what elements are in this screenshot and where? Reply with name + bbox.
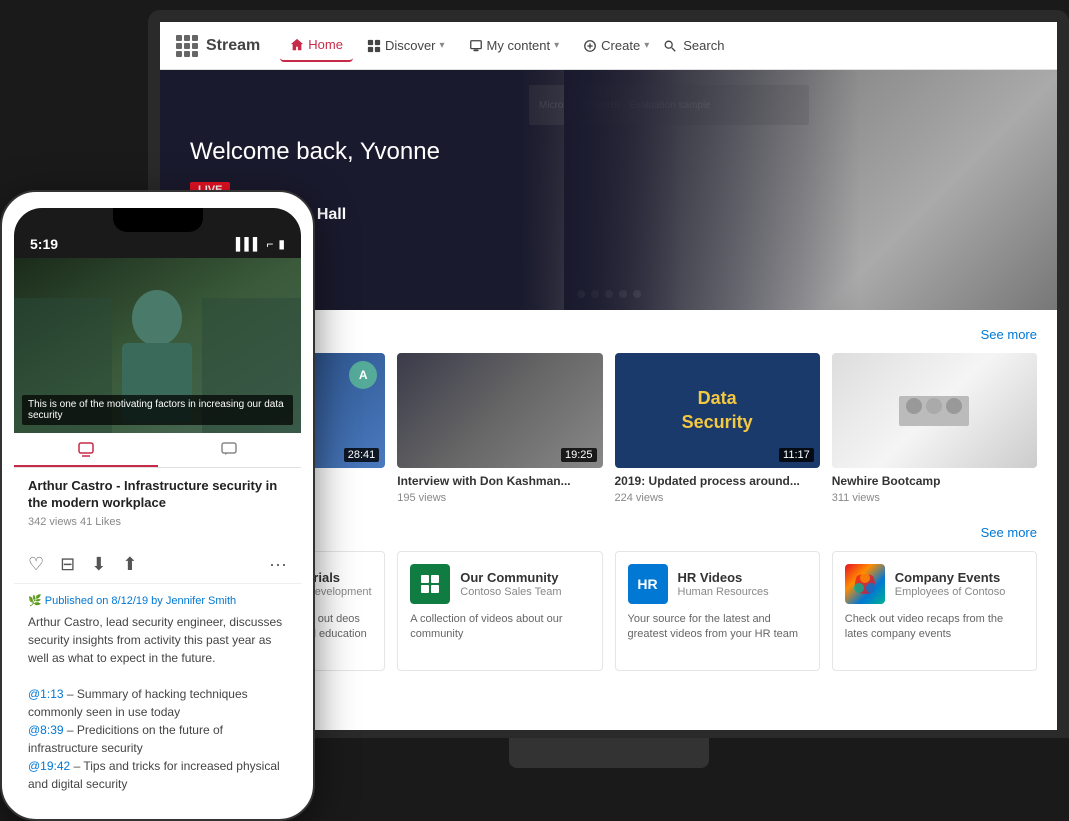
channel-2-desc: A collection of videos about our communi… bbox=[410, 612, 589, 643]
download-icon: ⬇ bbox=[91, 554, 106, 575]
video-title-4: Newhire Bootcamp bbox=[832, 474, 1037, 490]
video-card-2[interactable]: 19:25 Interview with Don Kashman... 195 … bbox=[397, 353, 602, 504]
channel-3-name: HR Videos bbox=[678, 570, 769, 587]
video-duration-3: 11:17 bbox=[779, 448, 814, 462]
timestamp-3[interactable]: @19:42 bbox=[28, 759, 70, 773]
phone-desc-text: Arthur Castro, lead security engineer, d… bbox=[28, 613, 287, 793]
phone-bezel: 5:19 ▌▌▌ ⌐ ▮ bbox=[0, 190, 315, 821]
author-link[interactable]: Published on 8/12/19 by Jennifer Smith bbox=[45, 595, 236, 607]
app-title: Stream bbox=[206, 37, 260, 55]
phone-screen: 5:19 ▌▌▌ ⌐ ▮ bbox=[14, 208, 301, 803]
phone-time: 5:19 bbox=[30, 236, 58, 252]
phone-video-title: Arthur Castro - Infrastructure security … bbox=[28, 478, 287, 512]
hero-welcome: Welcome back, Yvonne bbox=[190, 138, 579, 166]
create-chevron: ▾ bbox=[644, 40, 649, 51]
channel-3-org: Human Resources bbox=[678, 586, 769, 598]
waffle-icon[interactable] bbox=[176, 35, 198, 57]
timestamp-2[interactable]: @8:39 bbox=[28, 723, 64, 737]
phone-status-icons: ▌▌▌ ⌐ ▮ bbox=[236, 237, 285, 251]
channel-2-name: Our Community bbox=[460, 570, 561, 587]
video-duration-2: 19:25 bbox=[561, 448, 597, 462]
channel-3-icon: HR bbox=[628, 564, 668, 604]
logo-area: Stream bbox=[176, 35, 260, 57]
channel-2-icon bbox=[410, 564, 450, 604]
signal-icon: ▌▌▌ bbox=[236, 237, 262, 251]
nav-create[interactable]: Create ▾ bbox=[573, 30, 659, 62]
channel-4-desc: Check out video recaps from the lates co… bbox=[845, 612, 1024, 643]
phone-tabs bbox=[14, 433, 301, 468]
bookmark-icon: ⊟ bbox=[60, 554, 75, 575]
topbar: Stream Home Discover ▾ bbox=[160, 22, 1057, 70]
channel-4-header: Company Events Employees of Contoso bbox=[845, 564, 1024, 604]
laptop-stand bbox=[509, 738, 709, 768]
more-icon: ··· bbox=[269, 554, 287, 575]
nav-search[interactable]: Search bbox=[663, 38, 724, 53]
nav-my-content[interactable]: My content ▾ bbox=[459, 30, 570, 62]
video-card-3[interactable]: DataSecurity 11:17 2019: Updated process… bbox=[615, 353, 820, 504]
discover-chevron: ▾ bbox=[440, 40, 445, 51]
channel-card-3[interactable]: HR HR Videos Human Resources Your source… bbox=[615, 551, 820, 671]
phone-video-info: Arthur Castro - Infrastructure security … bbox=[14, 468, 301, 548]
main-nav: Home Discover ▾ My content ▾ bbox=[280, 30, 1041, 62]
phone-notch bbox=[113, 208, 203, 232]
download-button[interactable]: ⬇ bbox=[91, 554, 106, 575]
phone-video-hero[interactable]: This is one of the motivating factors in… bbox=[14, 258, 301, 433]
video-views-4: 311 views bbox=[832, 492, 1037, 504]
share-button[interactable]: ⬆ bbox=[122, 554, 137, 575]
channel-4-icon bbox=[845, 564, 885, 604]
channel-2-header: Our Community Contoso Sales Team bbox=[410, 564, 589, 604]
my-content-chevron: ▾ bbox=[554, 40, 559, 51]
phone-video-stats: 342 views 41 Likes bbox=[28, 516, 287, 528]
more-button[interactable]: ··· bbox=[269, 554, 287, 575]
channel-2-org: Contoso Sales Team bbox=[460, 586, 561, 598]
phone-tab-comments[interactable] bbox=[158, 433, 302, 467]
video-title-2: Interview with Don Kashman... bbox=[397, 474, 602, 490]
phone-description: 🌿 Published on 8/12/19 by Jennifer Smith… bbox=[14, 584, 301, 803]
hero-dot-4[interactable] bbox=[619, 290, 627, 298]
video-views-2: 195 views bbox=[397, 492, 602, 504]
nav-discover[interactable]: Discover ▾ bbox=[357, 30, 455, 62]
phone: 5:19 ▌▌▌ ⌐ ▮ bbox=[0, 190, 315, 821]
phone-tab-details[interactable] bbox=[14, 433, 158, 467]
video-thumb-2: 19:25 bbox=[397, 353, 602, 468]
phone-video-caption: This is one of the motivating factors in… bbox=[22, 395, 293, 425]
timestamp-1[interactable]: @1:13 bbox=[28, 687, 64, 701]
channel-3-desc: Your source for the latest and greatest … bbox=[628, 612, 807, 643]
channels-see-more[interactable]: See more bbox=[981, 525, 1037, 540]
nav-home[interactable]: Home bbox=[280, 30, 353, 62]
video-views-3: 224 views bbox=[615, 492, 820, 504]
channel-card-2[interactable]: Our Community Contoso Sales Team A colle… bbox=[397, 551, 602, 671]
wifi-icon: ⌐ bbox=[266, 237, 273, 251]
hero-dot-5[interactable] bbox=[633, 290, 641, 298]
avatar-1: A bbox=[349, 361, 377, 389]
battery-icon: ▮ bbox=[278, 237, 285, 251]
channel-card-4[interactable]: Company Events Employees of Contoso Chec… bbox=[832, 551, 1037, 671]
video-thumb-3: DataSecurity 11:17 bbox=[615, 353, 820, 468]
phone-desc-meta: 🌿 Published on 8/12/19 by Jennifer Smith bbox=[28, 594, 287, 607]
watchlist-see-more[interactable]: See more bbox=[981, 327, 1037, 342]
channel-4-org: Employees of Contoso bbox=[895, 586, 1006, 598]
channel-3-header: HR HR Videos Human Resources bbox=[628, 564, 807, 604]
like-button[interactable]: ♡ bbox=[28, 554, 44, 575]
bookmark-button[interactable]: ⊟ bbox=[60, 554, 75, 575]
phone-actions: ♡ ⊟ ⬇ ⬆ ··· bbox=[14, 548, 301, 584]
video-thumb-4 bbox=[832, 353, 1037, 468]
heart-icon: ♡ bbox=[28, 554, 44, 575]
video-duration-1: 28:41 bbox=[344, 448, 380, 462]
video-title-3: 2019: Updated process around... bbox=[615, 474, 820, 490]
video-card-4[interactable]: Newhire Bootcamp 311 views bbox=[832, 353, 1037, 504]
channel-4-name: Company Events bbox=[895, 570, 1006, 587]
share-icon: ⬆ bbox=[122, 554, 137, 575]
